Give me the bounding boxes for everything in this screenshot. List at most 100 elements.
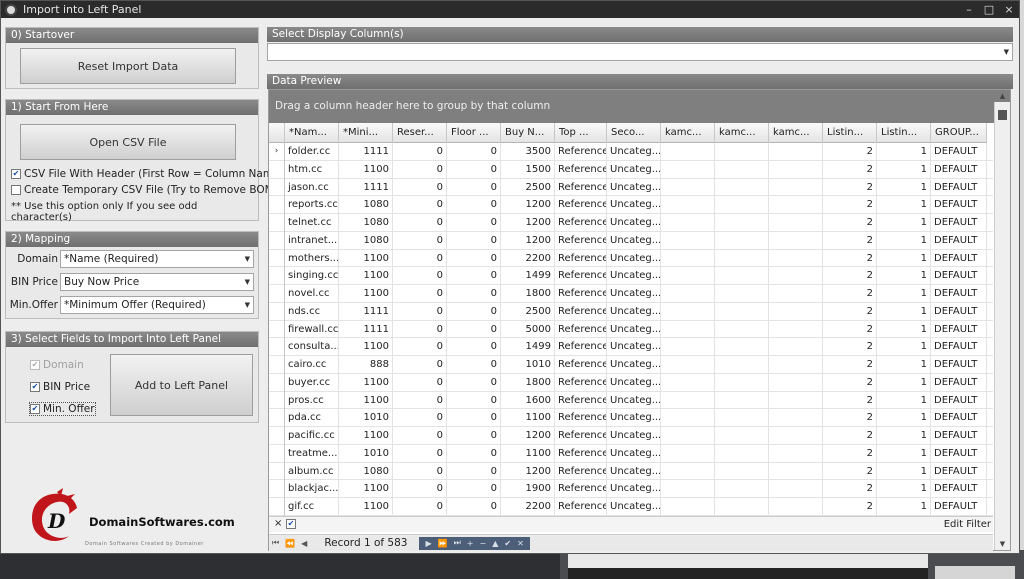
table-row[interactable]: nds.cc 1111 0 0 2500 Reference Uncateg... 2 1 DEF… (269, 302, 993, 321)
table-cell[interactable] (661, 196, 715, 214)
table-cell[interactable]: novel.cc (285, 285, 339, 303)
table-cell[interactable] (715, 249, 769, 268)
table-cell[interactable]: 0 (393, 249, 447, 268)
next-page-icon[interactable]: ⏩ (438, 539, 448, 548)
table-cell[interactable]: 1100 (339, 160, 393, 179)
column-header[interactable]: Buy N... (501, 123, 555, 143)
table-cell[interactable]: DEFAULT (931, 356, 987, 374)
table-cell[interactable]: 1100 (339, 498, 393, 516)
table-cell[interactable]: Reference (555, 285, 607, 303)
table-cell[interactable]: 0 (393, 231, 447, 250)
table-cell[interactable]: 1 (877, 160, 931, 179)
table-cell[interactable] (715, 356, 769, 374)
column-header[interactable]: GROUP... (931, 123, 987, 143)
table-cell[interactable] (769, 373, 823, 392)
table-row[interactable]: jason.cc 1111 0 0 2500 Reference Uncateg... 2 1 D… (269, 178, 993, 197)
table-cell[interactable]: 1100 (339, 338, 393, 356)
table-cell[interactable]: blackjac... (285, 480, 339, 498)
table-cell[interactable]: DEFAULT (931, 285, 987, 303)
table-cell[interactable] (661, 462, 715, 481)
table-cell[interactable]: 0 (447, 373, 501, 392)
table-cell[interactable]: 1800 (501, 285, 555, 303)
column-header[interactable]: *Nam... (285, 123, 339, 143)
table-cell[interactable] (715, 373, 769, 392)
table-cell[interactable] (769, 214, 823, 232)
table-cell[interactable]: 1 (877, 178, 931, 197)
table-cell[interactable]: pros.cc (285, 391, 339, 410)
table-cell[interactable]: 1080 (339, 462, 393, 481)
table-cell[interactable]: 1900 (501, 480, 555, 498)
column-header[interactable]: Listin... (823, 123, 877, 143)
table-cell[interactable]: 1100 (339, 480, 393, 498)
first-page-icon[interactable]: ⏮ (272, 538, 279, 548)
table-cell[interactable] (769, 267, 823, 285)
table-cell[interactable] (769, 320, 823, 339)
minoffer-field-checkbox[interactable]: ✔ (30, 404, 40, 414)
table-cell[interactable]: htm.cc (285, 160, 339, 179)
column-header[interactable]: Reser... (393, 123, 447, 143)
table-cell[interactable] (715, 338, 769, 356)
table-cell[interactable] (715, 214, 769, 232)
table-cell[interactable] (661, 391, 715, 410)
table-cell[interactable] (661, 320, 715, 339)
table-cell[interactable] (661, 160, 715, 179)
table-cell[interactable]: Reference (555, 143, 607, 161)
table-cell[interactable]: 0 (393, 462, 447, 481)
next-record-icon[interactable]: ▶ (425, 539, 431, 548)
table-row[interactable]: singing.cc 1100 0 0 1499 Reference Uncateg... 2… (269, 267, 993, 285)
table-cell[interactable] (715, 480, 769, 498)
table-cell[interactable]: Reference (555, 427, 607, 445)
table-cell[interactable] (769, 338, 823, 356)
table-cell[interactable] (715, 320, 769, 339)
table-cell[interactable]: 1080 (339, 214, 393, 232)
table-row[interactable]: mothers... 1100 0 0 2200 Reference Uncateg... 2… (269, 249, 993, 268)
table-cell[interactable]: 1111 (339, 178, 393, 197)
table-cell[interactable]: DEFAULT (931, 302, 987, 321)
table-cell[interactable]: DEFAULT (931, 320, 987, 339)
table-cell[interactable] (661, 356, 715, 374)
add-record-icon[interactable]: + (467, 539, 474, 548)
title-bar[interactable]: Import into Left Panel – □ × (1, 1, 1019, 18)
temp-csv-option[interactable]: Create Temporary CSV File (Try to Remove… (11, 184, 278, 196)
table-cell[interactable]: 0 (447, 462, 501, 481)
table-cell[interactable]: DEFAULT (931, 178, 987, 197)
table-cell[interactable]: 1010 (501, 356, 555, 374)
table-cell[interactable]: Uncateg... (607, 214, 661, 232)
table-cell[interactable]: singing.cc (285, 267, 339, 285)
table-cell[interactable]: treatme... (285, 444, 339, 463)
table-cell[interactable] (715, 462, 769, 481)
table-row[interactable]: reports.cc 1080 0 0 1200 Reference Uncateg... 2… (269, 196, 993, 214)
table-row[interactable]: blackjac... 1100 0 0 1900 Reference Uncateg...… (269, 480, 993, 498)
prev-record-icon[interactable]: ◀ (301, 539, 307, 548)
table-cell[interactable]: Reference (555, 196, 607, 214)
table-cell[interactable]: 2 (823, 302, 877, 321)
table-cell[interactable]: 0 (393, 267, 447, 285)
table-cell[interactable] (769, 196, 823, 214)
display-columns-select[interactable]: ▼ (267, 43, 1013, 61)
table-cell[interactable] (769, 285, 823, 303)
table-cell[interactable]: Reference (555, 391, 607, 410)
table-cell[interactable]: 0 (447, 267, 501, 285)
table-cell[interactable]: 2 (823, 462, 877, 481)
table-cell[interactable]: 0 (447, 498, 501, 516)
table-cell[interactable] (769, 160, 823, 179)
table-cell[interactable]: 0 (447, 285, 501, 303)
table-cell[interactable]: 1 (877, 356, 931, 374)
table-cell[interactable]: 0 (393, 320, 447, 339)
delete-record-icon[interactable]: − (480, 539, 487, 548)
table-cell[interactable]: Uncateg... (607, 356, 661, 374)
table-cell[interactable]: 1499 (501, 267, 555, 285)
table-cell[interactable]: 2 (823, 373, 877, 392)
table-cell[interactable]: 0 (393, 302, 447, 321)
table-cell[interactable]: 1100 (339, 267, 393, 285)
table-cell[interactable]: 2200 (501, 498, 555, 516)
table-cell[interactable]: consulta... (285, 338, 339, 356)
table-cell[interactable]: 1080 (339, 231, 393, 250)
table-cell[interactable]: DEFAULT (931, 214, 987, 232)
table-cell[interactable]: Reference (555, 249, 607, 268)
table-row[interactable]: pros.cc 1100 0 0 1600 Reference Uncateg... 2 1 DE… (269, 391, 993, 410)
table-row[interactable]: gif.cc 1100 0 0 2200 Reference Uncateg... 2 1 DEF… (269, 498, 993, 516)
table-cell[interactable]: pda.cc (285, 409, 339, 427)
table-cell[interactable]: Uncateg... (607, 462, 661, 481)
table-cell[interactable]: Reference (555, 480, 607, 498)
